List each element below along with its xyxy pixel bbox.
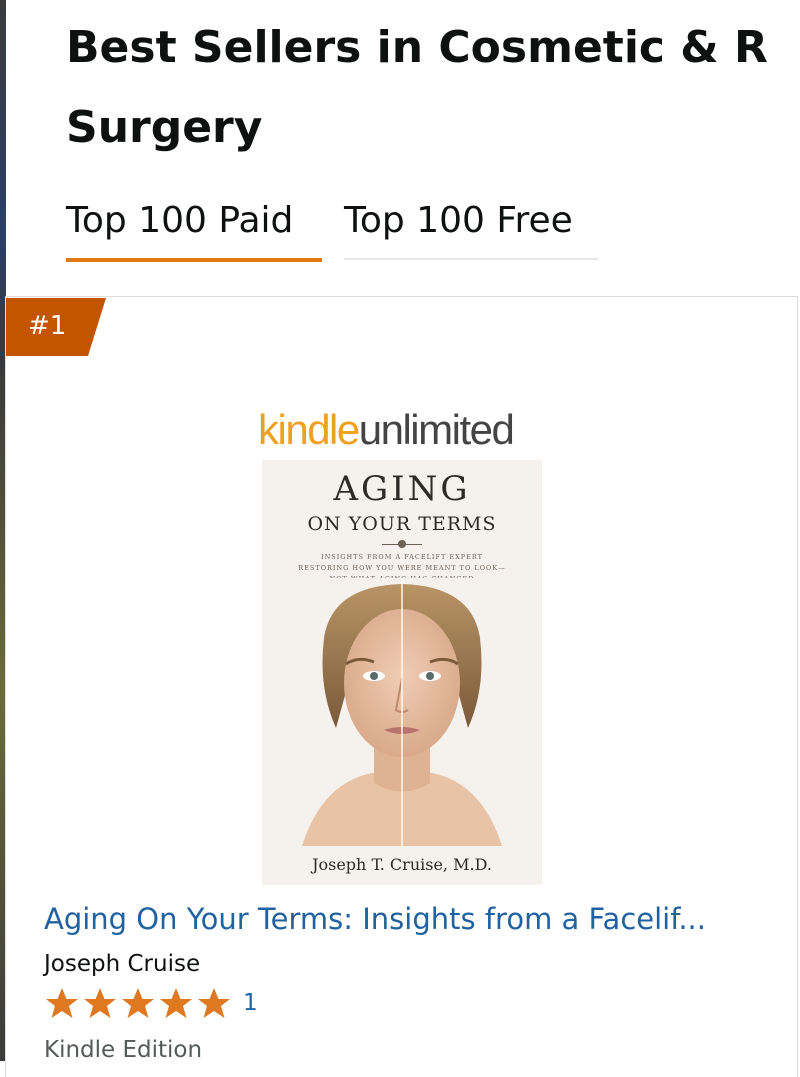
rank-label: #1 [28,311,67,341]
page-title: Best Sellers in Cosmetic & R Surgery [66,8,800,168]
review-count-link[interactable]: 1 [243,986,258,1020]
star-icon [122,988,154,1018]
cover-face-illustration [262,578,542,848]
star-icon [84,988,116,1018]
kindle-unlimited-logo-part2: unlimited [358,406,515,453]
cover-title: AGING [333,469,471,509]
star-icon [198,988,230,1018]
star-icon [160,988,192,1018]
rating-stars [46,988,230,1018]
book-cover-image[interactable]: AGING ON YOUR TERMS INSIGHTS FROM A FACE… [262,460,542,885]
book-title-link[interactable]: Aging On Your Terms: Insights from a Fac… [44,896,794,942]
page-title-line-1: Best Sellers in Cosmetic & R [66,22,768,73]
book-author: Joseph Cruise [44,951,201,977]
cover-author: Joseph T. Cruise, M.D. [312,855,492,874]
tab-top-100-paid[interactable]: Top 100 Paid [66,192,322,262]
page-title-line-2: Surgery [66,102,263,153]
cover-tagline-1: INSIGHTS FROM A FACELIFT EXPERT [321,553,483,561]
book-format: Kindle Edition [44,1037,203,1063]
star-icon [46,988,78,1018]
cover-divider-dot [398,540,406,548]
kindle-unlimited-logo: kindleunlimited [258,402,515,458]
cover-subtitle: ON YOUR TERMS [307,513,497,535]
tab-top-100-free[interactable]: Top 100 Free [344,192,598,260]
cover-tagline-2: RESTORING HOW YOU WERE MEANT TO LOOK— [298,564,506,572]
kindle-unlimited-logo-part1: kindle [258,406,360,453]
